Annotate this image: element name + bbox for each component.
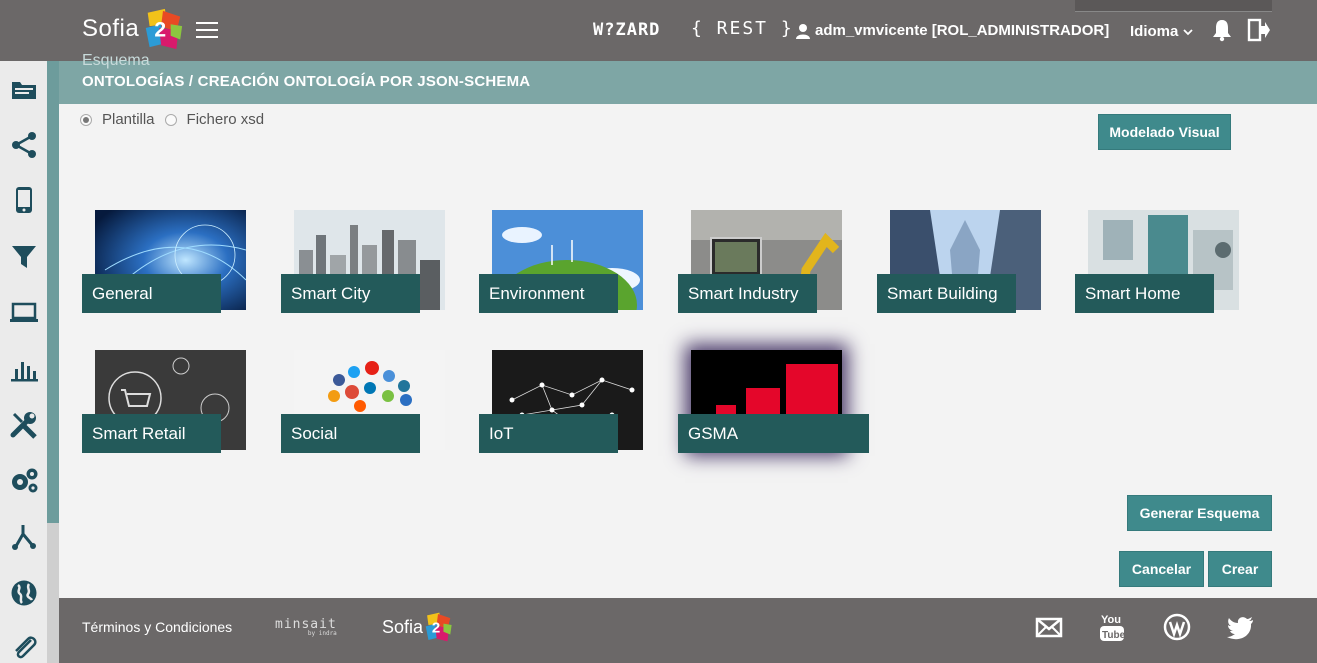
mobile-icon	[15, 187, 32, 213]
sidebar-item-charts[interactable]	[0, 347, 47, 391]
user-name: adm_vmvicente [ROL_ADMINISTRADOR]	[815, 22, 1110, 39]
visual-modeling-button[interactable]: Modelado Visual	[1098, 114, 1231, 150]
radio-fichero-xsd[interactable]	[164, 113, 177, 126]
template-smart-city[interactable]: Smart City	[281, 210, 445, 314]
tools-icon	[10, 412, 37, 439]
template-general[interactable]: General	[82, 210, 246, 314]
sidebar-item-flows[interactable]	[0, 514, 47, 558]
template-label: GSMA	[678, 414, 869, 453]
template-label: Smart Home	[1075, 274, 1214, 313]
svg-text:You: You	[1101, 614, 1121, 626]
sofia2-logo[interactable]: Sofia 2	[82, 6, 185, 52]
template-label: Smart Building	[877, 274, 1016, 313]
template-label: Smart City	[281, 274, 420, 313]
twitter-icon[interactable]	[1227, 612, 1255, 642]
sidebar-item-devices[interactable]	[0, 178, 47, 222]
gears-icon	[11, 468, 37, 493]
page-title: ONTOLOGÍAS / CREACIÓN ONTOLOGÍA POR JSON…	[82, 73, 531, 90]
sidebar-item-filter[interactable]	[0, 235, 47, 279]
rest-link[interactable]: { REST }	[691, 18, 794, 39]
sidebar-scrollbar[interactable]	[47, 61, 59, 663]
user-menu[interactable]: adm_vmvicente [ROL_ADMINISTRADOR]	[795, 22, 1109, 39]
top-bar-strip	[1075, 0, 1272, 12]
sidebar-item-globe[interactable]	[0, 571, 47, 615]
mail-icon[interactable]	[1035, 612, 1063, 642]
bar-chart-icon	[10, 362, 38, 382]
template-label: Environment	[479, 274, 618, 313]
template-label: IoT	[479, 414, 618, 453]
template-smart-building[interactable]: Smart Building	[877, 210, 1041, 314]
template-smart-industry[interactable]: Smart Industry	[678, 210, 842, 314]
sidebar-item-tools[interactable]	[0, 403, 47, 447]
ghost-title: Esquema	[82, 52, 150, 69]
flow-icon	[11, 525, 36, 550]
filter-icon	[11, 246, 36, 268]
chevron-down-icon	[1183, 28, 1193, 35]
template-label: Smart Retail	[82, 414, 221, 453]
footer-logo-text: Sofia	[382, 616, 424, 637]
template-gsma[interactable]: GSMA	[678, 350, 869, 454]
logo-text: Sofia	[82, 15, 140, 42]
laptop-icon	[9, 302, 38, 322]
menu-toggle-icon[interactable]	[196, 22, 218, 39]
template-iot[interactable]: IoT	[479, 350, 643, 454]
radio-plantilla-label: Plantilla	[102, 111, 155, 128]
globe-icon	[11, 580, 36, 606]
bell-icon[interactable]	[1210, 18, 1234, 42]
template-smart-retail[interactable]: Smart Retail	[82, 350, 246, 454]
logout-icon[interactable]	[1247, 18, 1271, 42]
wordpress-icon[interactable]	[1163, 612, 1191, 642]
template-environment[interactable]: Environment	[479, 210, 643, 314]
sidebar-item-laptop[interactable]	[0, 291, 47, 335]
sidebar-item-settings[interactable]	[0, 458, 47, 502]
folder-icon	[11, 82, 36, 99]
source-options: Plantilla Fichero xsd	[80, 111, 274, 128]
svg-text:Tube: Tube	[1102, 630, 1125, 641]
footer-logo-mark-icon: 2	[425, 612, 452, 642]
create-button[interactable]: Crear	[1208, 551, 1272, 587]
template-label: Social	[281, 414, 420, 453]
cancel-button[interactable]: Cancelar	[1119, 551, 1204, 587]
language-dropdown[interactable]: Idioma	[1130, 23, 1193, 40]
terms-link[interactable]: Términos y Condiciones	[82, 619, 232, 635]
youtube-icon[interactable]: You Tube	[1099, 612, 1125, 644]
share-icon	[11, 132, 36, 158]
footer	[59, 598, 1317, 663]
logo-mark-icon: 2	[145, 8, 183, 50]
language-label: Idioma	[1130, 23, 1179, 40]
minsait-logo: minsait by indra	[275, 617, 337, 637]
sidebar-item-ontologies[interactable]	[0, 67, 47, 111]
sidebar-item-attach[interactable]	[0, 625, 47, 663]
template-label: General	[82, 274, 221, 313]
generate-schema-button[interactable]: Generar Esquema	[1127, 495, 1272, 531]
footer-logo-number: 2	[432, 619, 440, 636]
sidebar-item-share[interactable]	[0, 123, 47, 167]
logo-number: 2	[155, 19, 167, 42]
footer-sofia2-logo: Sofia 2	[382, 611, 453, 643]
paperclip-icon	[14, 636, 37, 659]
wizard-link[interactable]: W?ZARD	[593, 20, 660, 40]
radio-plantilla[interactable]	[80, 113, 92, 126]
radio-fichero-xsd-label: Fichero xsd	[186, 111, 265, 128]
template-smart-home[interactable]: Smart Home	[1075, 210, 1239, 314]
template-label: Smart Industry	[678, 274, 817, 313]
template-social[interactable]: Social	[281, 350, 445, 454]
user-icon	[796, 23, 810, 39]
